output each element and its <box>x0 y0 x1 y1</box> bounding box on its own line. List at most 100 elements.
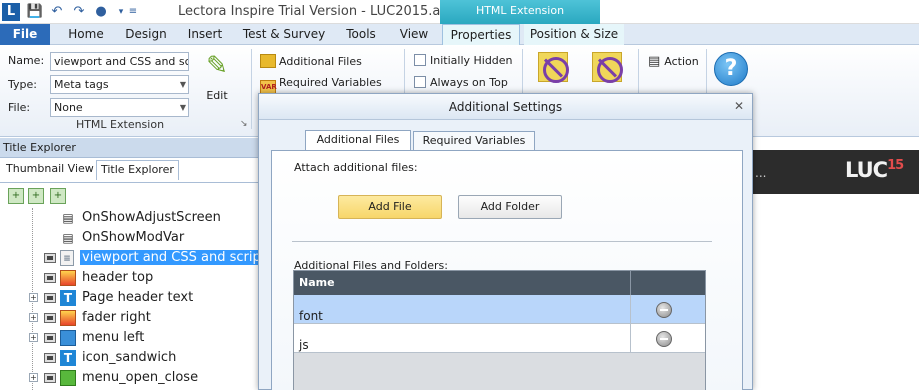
action-icon: ▤ <box>62 211 74 225</box>
tab-design[interactable]: Design <box>118 24 174 45</box>
visibility-icon[interactable] <box>44 373 56 383</box>
expand-icon[interactable]: + <box>29 333 38 342</box>
initially-hidden-checkbox[interactable]: Initially Hidden <box>414 54 513 67</box>
chevron-down-icon: ▼ <box>179 103 186 112</box>
save-icon[interactable]: 💾 <box>26 3 44 21</box>
luc-logo-text: LUC <box>845 158 888 182</box>
tree-node[interactable]: menu left <box>60 328 144 348</box>
add-file-button[interactable]: Add File <box>338 195 442 219</box>
tree-node-label: menu_open_close <box>82 370 199 385</box>
html-extension-icon: ≡ <box>60 250 74 266</box>
luc-logo: LUC15 <box>845 158 904 182</box>
panel-title: Title Explorer <box>0 138 260 158</box>
add-chapter-icon[interactable]: + <box>28 188 44 204</box>
name-field[interactable]: viewport and CSS and scri <box>50 52 189 71</box>
redo-icon[interactable]: ↷ <box>70 3 88 21</box>
transition-out-icon[interactable] <box>592 52 623 83</box>
text-icon: T <box>60 350 76 366</box>
always-on-top-checkbox[interactable]: Always on Top <box>414 76 508 89</box>
file-label: File: <box>8 101 31 114</box>
group-separator <box>251 49 252 129</box>
action-label: Action <box>664 55 699 68</box>
tree-node[interactable]: menu_open_close <box>60 368 198 388</box>
tree-node[interactable]: fader right <box>60 308 151 328</box>
ribbon-tabs: File Home Design Insert Test & Survey To… <box>0 24 919 46</box>
visibility-icon[interactable] <box>44 293 56 303</box>
add-folder-button[interactable]: Add Folder <box>458 195 562 219</box>
tab-properties[interactable]: Properties <box>442 24 520 46</box>
grid-empty-area <box>294 353 705 390</box>
tab-home[interactable]: Home <box>58 24 114 45</box>
tab-title-explorer[interactable]: Title Explorer <box>96 160 179 180</box>
tab-tools[interactable]: Tools <box>334 24 388 45</box>
tree-node[interactable]: ▤ OnShowModVar <box>60 228 184 248</box>
remove-icon[interactable] <box>656 331 672 347</box>
tree-node-label: fader right <box>82 310 151 325</box>
help-icon[interactable]: ? <box>714 52 748 86</box>
visibility-icon[interactable] <box>44 313 56 323</box>
table-row[interactable]: font <box>294 295 705 324</box>
tab-insert[interactable]: Insert <box>180 24 230 45</box>
tree-node-label: header top <box>82 270 154 285</box>
customize-qat-icon[interactable]: ≡ <box>124 3 142 21</box>
window-title: Lectora Inspire Trial Version - LUC2015.… <box>178 4 457 19</box>
additional-files-label: Additional Files <box>279 55 362 68</box>
close-icon[interactable]: ✕ <box>734 100 744 112</box>
expand-icon[interactable]: + <box>29 293 38 302</box>
tree-node[interactable]: ▤ OnShowAdjustScreen <box>60 208 221 228</box>
tab-required-variables[interactable]: Required Variables <box>413 131 535 151</box>
attach-label: Attach additional files: <box>294 161 418 174</box>
dialog-launcher-icon[interactable]: ↘ <box>240 119 248 129</box>
type-select[interactable]: Meta tags ▼ <box>50 75 189 94</box>
initially-hidden-label: Initially Hidden <box>430 54 513 67</box>
tree-node[interactable]: T icon_sandwich <box>60 348 176 368</box>
visibility-icon[interactable] <box>44 353 56 363</box>
group-icon <box>60 330 76 346</box>
required-variables-button[interactable]: VAR Required Variables <box>260 76 382 94</box>
tab-thumbnail-view[interactable]: Thumbnail View <box>2 160 98 180</box>
luc-logo-sup: 15 <box>887 158 904 173</box>
tab-position-size[interactable]: Position & Size <box>524 24 624 45</box>
add-page-icon[interactable]: + <box>8 188 24 204</box>
tab-view[interactable]: View <box>392 24 436 45</box>
tree-node-selected[interactable]: ≡ viewport and CSS and scripts <box>60 248 275 268</box>
visibility-icon[interactable] <box>44 253 56 263</box>
expand-icon[interactable]: + <box>29 373 38 382</box>
tree-node[interactable]: T Page header text <box>60 288 193 308</box>
edit-button[interactable]: ✎ Edit <box>196 51 238 105</box>
expand-icon[interactable]: + <box>29 313 38 322</box>
image-icon <box>60 270 76 286</box>
publish-icon[interactable]: ● <box>92 3 110 21</box>
always-on-top-label: Always on Top <box>430 76 508 89</box>
folder-icon <box>260 54 276 68</box>
column-divider <box>630 271 631 295</box>
visibility-icon[interactable] <box>44 273 56 283</box>
action-button[interactable]: ▤ Action <box>648 54 699 69</box>
visibility-icon[interactable] <box>44 333 56 343</box>
tree-node-label: icon_sandwich <box>82 350 177 365</box>
tab-test-survey[interactable]: Test & Survey <box>238 24 330 45</box>
context-group-header: HTML Extension <box>440 0 600 24</box>
remove-icon[interactable] <box>656 302 672 318</box>
table-row[interactable]: js <box>294 324 705 353</box>
tab-additional-files[interactable]: Additional Files <box>305 130 411 151</box>
text-icon: T <box>60 290 76 306</box>
button-icon <box>60 370 76 386</box>
type-select-value: Meta tags <box>54 78 109 91</box>
edit-label: Edit <box>206 89 228 102</box>
additional-files-button[interactable]: Additional Files <box>260 54 362 68</box>
file-select[interactable]: None ▼ <box>50 98 189 117</box>
panel-toolbar: + + + <box>0 182 260 208</box>
tree-node[interactable]: header top <box>60 268 153 288</box>
chevron-down-icon: ▼ <box>179 80 186 89</box>
undo-icon[interactable]: ↶ <box>48 3 66 21</box>
app-logo[interactable]: L <box>2 3 20 21</box>
add-section-icon[interactable]: + <box>50 188 66 204</box>
checkbox-icon <box>414 76 426 88</box>
file-select-value: None <box>54 101 83 114</box>
tab-file[interactable]: File <box>0 24 50 45</box>
tree-node-label: menu left <box>82 330 145 345</box>
required-variables-label: Required Variables <box>279 76 382 89</box>
variable-icon: VAR <box>260 80 277 94</box>
transition-in-icon[interactable] <box>538 52 569 83</box>
